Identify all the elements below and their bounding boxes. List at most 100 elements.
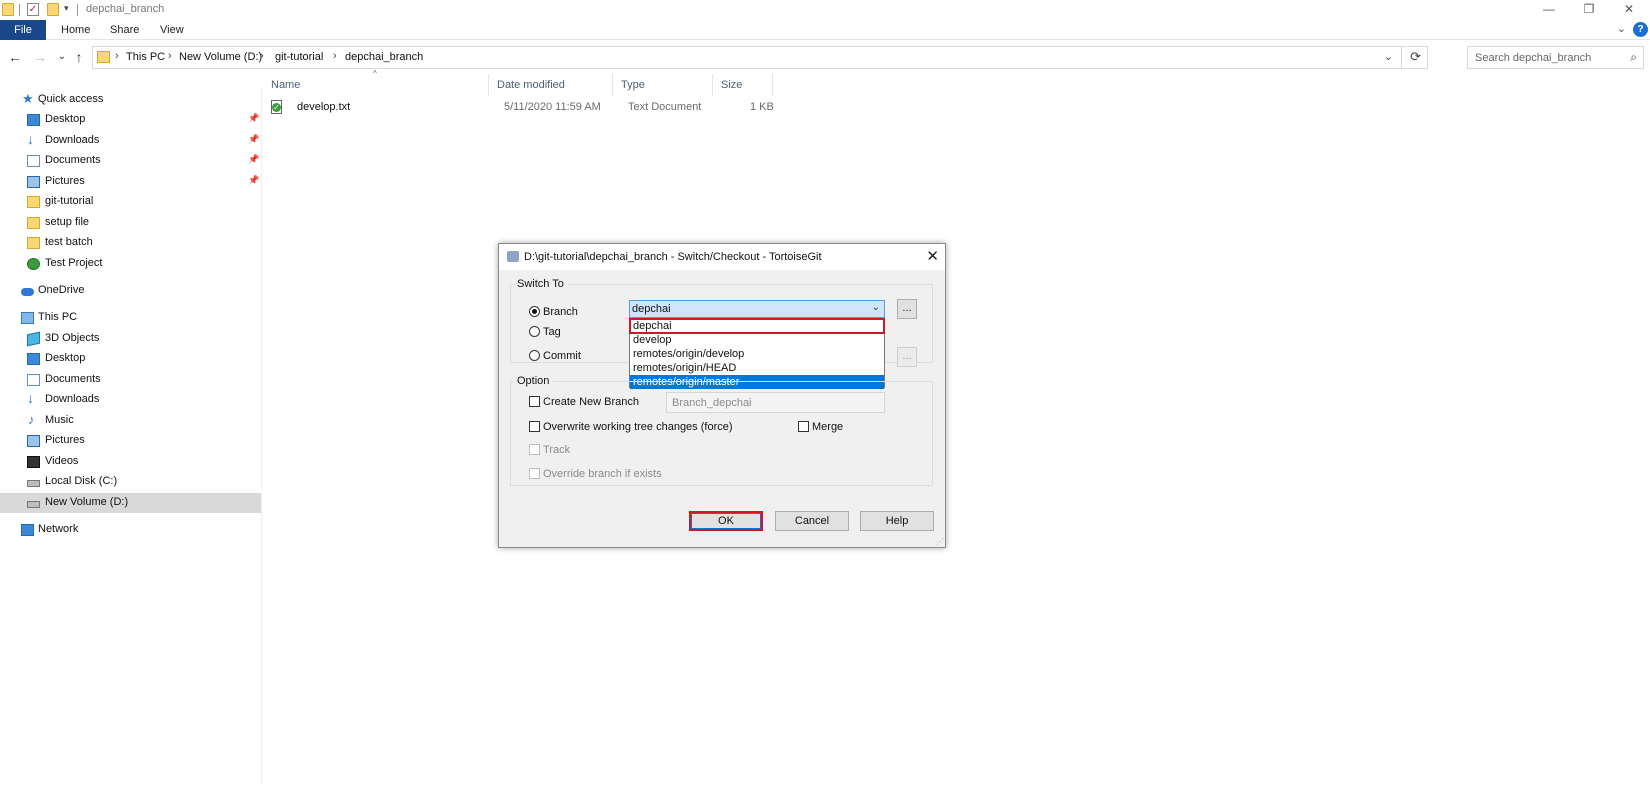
sidebar-item-label: Network bbox=[38, 523, 79, 535]
sidebar-item-desktop[interactable]: Desktop 📌 bbox=[0, 110, 261, 130]
sidebar-item-pictures[interactable]: Pictures 📌 bbox=[0, 172, 261, 192]
folder-icon[interactable] bbox=[2, 3, 14, 16]
commit-browse-button[interactable]: ... bbox=[897, 347, 917, 367]
tab-file[interactable]: File bbox=[0, 20, 46, 40]
sidebar-item-documents[interactable]: Documents 📌 bbox=[0, 151, 261, 171]
breadcrumb-separator[interactable]: › bbox=[333, 50, 337, 62]
pin-icon[interactable]: 📌 bbox=[248, 154, 259, 165]
customize-toolbar-icon[interactable]: ▾ bbox=[64, 3, 69, 14]
create-new-branch-label[interactable]: Create New Branch bbox=[543, 396, 639, 408]
sidebar-item-git-tutorial[interactable]: git-tutorial bbox=[0, 192, 261, 212]
minimize-button[interactable]: — bbox=[1530, 0, 1568, 20]
download-icon: ↓ bbox=[27, 390, 34, 406]
overwrite-checkbox[interactable] bbox=[529, 421, 540, 432]
search-icon[interactable]: ⌕ bbox=[1630, 50, 1637, 65]
breadcrumb-separator[interactable]: › bbox=[115, 50, 119, 62]
breadcrumb-new-volume[interactable]: New Volume (D:) bbox=[179, 51, 262, 63]
sidebar-item-test-batch[interactable]: test batch bbox=[0, 233, 261, 253]
overwrite-label[interactable]: Overwrite working tree changes (force) bbox=[543, 421, 733, 433]
sidebar-item-downloads[interactable]: ↓ Downloads bbox=[0, 390, 261, 410]
close-button[interactable]: ✕ bbox=[1610, 0, 1648, 20]
search-input[interactable]: Search depchai_branch ⌕ bbox=[1467, 46, 1644, 69]
sidebar-item-quick-access[interactable]: ★ Quick access bbox=[0, 90, 261, 110]
pin-icon[interactable]: 📌 bbox=[248, 134, 259, 145]
breadcrumb-separator[interactable]: › bbox=[168, 50, 172, 62]
recent-locations-button[interactable]: ⌄ bbox=[53, 47, 71, 67]
new-folder-icon[interactable] bbox=[47, 3, 59, 16]
help-icon[interactable]: ? bbox=[1633, 22, 1648, 37]
pin-icon[interactable]: 📌 bbox=[248, 175, 259, 186]
branch-radio[interactable] bbox=[529, 306, 540, 317]
resize-grip-icon[interactable]: ⋰ bbox=[936, 537, 944, 546]
sidebar-item-new-volume[interactable]: New Volume (D:) bbox=[0, 493, 261, 513]
commit-radio[interactable] bbox=[529, 350, 540, 361]
cancel-button[interactable]: Cancel bbox=[775, 511, 849, 531]
column-header-type[interactable]: Type bbox=[613, 74, 713, 96]
maximize-button[interactable]: ❐ bbox=[1570, 0, 1608, 20]
dropdown-item-remotes-origin-develop[interactable]: remotes/origin/develop bbox=[630, 347, 884, 361]
chevron-down-icon[interactable]: ⌄ bbox=[872, 302, 880, 313]
help-button[interactable]: Help bbox=[860, 511, 934, 531]
dropdown-item-develop[interactable]: develop bbox=[630, 333, 884, 347]
project-icon bbox=[27, 258, 40, 270]
sidebar-item-label: Downloads bbox=[45, 134, 100, 146]
breadcrumb-depchai-branch[interactable]: depchai_branch bbox=[345, 51, 423, 63]
sidebar-item-label: Videos bbox=[45, 455, 79, 467]
breadcrumb-git-tutorial[interactable]: git-tutorial bbox=[275, 51, 323, 63]
override-branch-label: Override branch if exists bbox=[543, 468, 662, 480]
sidebar-item-music[interactable]: ♪ Music bbox=[0, 411, 261, 431]
expand-ribbon-icon[interactable]: ⌄ bbox=[1617, 22, 1626, 35]
ok-button[interactable]: OK bbox=[689, 511, 763, 531]
new-branch-name-field[interactable]: Branch_depchai bbox=[666, 392, 885, 413]
sidebar-item-label: Quick access bbox=[38, 93, 104, 105]
sidebar-item-this-pc[interactable]: This PC bbox=[0, 308, 261, 328]
pictures-icon bbox=[27, 435, 40, 447]
dialog-close-button[interactable]: ✕ bbox=[926, 247, 939, 265]
breadcrumb-this-pc[interactable]: This PC bbox=[126, 51, 165, 63]
address-bar[interactable]: › This PC › New Volume (D:) › git-tutori… bbox=[92, 46, 1428, 69]
sidebar-item-desktop[interactable]: Desktop bbox=[0, 349, 261, 369]
pin-icon[interactable]: 📌 bbox=[248, 113, 259, 124]
branch-browse-button[interactable]: ... bbox=[897, 299, 917, 319]
merge-checkbox[interactable] bbox=[798, 421, 809, 432]
track-label: Track bbox=[543, 444, 571, 456]
refresh-icon[interactable]: ⟳ bbox=[1410, 49, 1421, 65]
tab-home[interactable]: Home bbox=[61, 20, 90, 40]
branch-select[interactable]: depchai ⌄ bbox=[629, 300, 885, 318]
dialog-title-bar[interactable]: D:\git-tutorial\depchai_branch - Switch/… bbox=[499, 244, 945, 270]
sidebar-item-videos[interactable]: Videos bbox=[0, 452, 261, 472]
file-row[interactable]: develop.txt 5/11/2020 11:59 AM Text Docu… bbox=[263, 98, 774, 118]
tab-view[interactable]: View bbox=[160, 20, 184, 40]
create-new-branch-checkbox[interactable] bbox=[529, 396, 540, 407]
new-branch-name-value: Branch_depchai bbox=[672, 397, 752, 409]
properties-icon[interactable]: ✓ bbox=[27, 3, 39, 16]
sidebar-item-label: Pictures bbox=[45, 434, 85, 446]
dropdown-item-depchai[interactable]: depchai bbox=[629, 318, 885, 334]
sidebar-item-onedrive[interactable]: OneDrive bbox=[0, 281, 261, 301]
merge-label[interactable]: Merge bbox=[812, 421, 843, 433]
sidebar-item-setup-file[interactable]: setup file bbox=[0, 213, 261, 233]
sidebar-item-pictures[interactable]: Pictures bbox=[0, 431, 261, 451]
up-button[interactable]: ↑ bbox=[70, 47, 88, 67]
column-header-size[interactable]: Size bbox=[713, 74, 773, 96]
pictures-icon bbox=[27, 176, 40, 188]
sidebar-item-test-project[interactable]: Test Project bbox=[0, 254, 261, 274]
dropdown-item-remotes-origin-head[interactable]: remotes/origin/HEAD bbox=[630, 361, 884, 375]
tag-radio[interactable] bbox=[529, 326, 540, 337]
chevron-down-icon[interactable]: ⌄ bbox=[1384, 50, 1393, 63]
column-header-name[interactable]: Name bbox=[263, 74, 489, 96]
back-button[interactable]: ← bbox=[6, 47, 24, 67]
tag-label[interactable]: Tag bbox=[543, 326, 561, 338]
sidebar-item-3d-objects[interactable]: 3D Objects bbox=[0, 329, 261, 349]
tab-share[interactable]: Share bbox=[110, 20, 139, 40]
commit-label[interactable]: Commit bbox=[543, 350, 581, 362]
breadcrumb-separator[interactable]: › bbox=[260, 50, 264, 62]
branch-label[interactable]: Branch bbox=[543, 306, 578, 318]
forward-button[interactable]: → bbox=[31, 47, 49, 67]
window-title: depchai_branch bbox=[86, 3, 165, 15]
column-header-date-modified[interactable]: Date modified bbox=[489, 74, 613, 96]
sidebar-item-documents[interactable]: Documents bbox=[0, 370, 261, 390]
sidebar-item-network[interactable]: Network bbox=[0, 520, 261, 540]
sidebar-item-downloads[interactable]: ↓ Downloads 📌 bbox=[0, 131, 261, 151]
sidebar-item-local-disk[interactable]: Local Disk (C:) bbox=[0, 472, 261, 492]
